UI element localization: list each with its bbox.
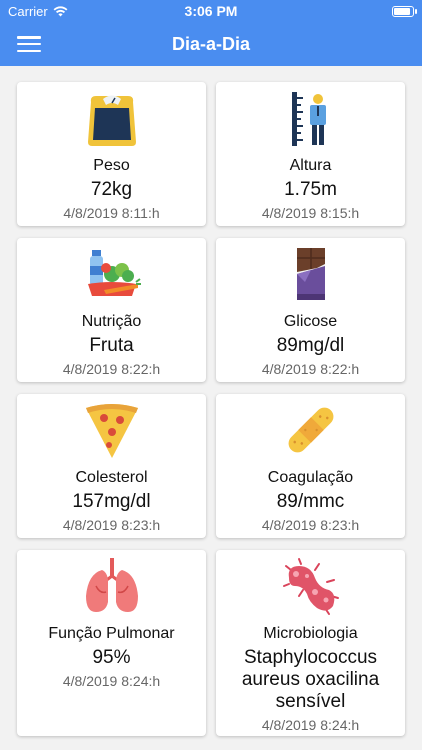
bacteria-icon [282, 558, 339, 615]
card-date: 4/8/2019 8:22:h [261, 361, 360, 377]
wifi-icon [53, 5, 68, 16]
card-coagulacao[interactable]: Coagulação 89/mmc 4/8/2019 8:23:h [216, 394, 405, 538]
card-label: Microbiologia [263, 625, 358, 642]
lungs-icon [85, 558, 138, 612]
card-colesterol[interactable]: Colesterol 157mg/dl 4/8/2019 8:23:h [17, 394, 206, 538]
menu-button[interactable] [17, 36, 41, 52]
bandage-icon [288, 407, 333, 453]
card-value: 72kg [90, 179, 133, 200]
card-date: 4/8/2019 8:11:h [63, 205, 160, 221]
chocolate-bar-icon [296, 248, 325, 300]
pizza-icon [85, 404, 138, 458]
battery-icon [392, 5, 417, 17]
card-label: Glicose [283, 313, 338, 330]
carrier-label: Carrier [8, 3, 48, 19]
height-ruler-icon [291, 92, 326, 146]
card-altura[interactable]: Altura 1.75m 4/8/2019 8:15:h [216, 82, 405, 226]
card-date: 4/8/2019 8:24:h [62, 673, 161, 689]
card-label: Coagulação [267, 469, 354, 486]
card-value: 1.75m [284, 179, 337, 200]
groceries-icon [87, 250, 141, 296]
card-glicose[interactable]: Glicose 89mg/dl 4/8/2019 8:22:h [216, 238, 405, 382]
card-date: 4/8/2019 8:23:h [62, 517, 161, 533]
card-label: Peso [93, 157, 130, 174]
card-value: Fruta [89, 335, 134, 356]
page-title: Dia-a-Dia [171, 33, 251, 54]
card-nutricao[interactable]: Nutrição Fruta 4/8/2019 8:22:h [17, 238, 206, 382]
card-peso[interactable]: Peso 72kg 4/8/2019 8:11:h [17, 82, 206, 226]
nav-bar: Dia-a-Dia [0, 22, 422, 66]
card-funcao-pulmonar[interactable]: Função Pulmonar 95% 4/8/2019 8:24:h [17, 550, 206, 736]
card-date: 4/8/2019 8:15:h [261, 205, 360, 221]
status-left: Carrier [8, 4, 68, 19]
card-microbiologia[interactable]: Microbiologia Staphylococcus aureus oxac… [216, 550, 405, 736]
menu-icon-line [17, 49, 41, 52]
card-label: Colesterol [75, 469, 148, 486]
menu-icon-line [17, 42, 41, 46]
card-date: 4/8/2019 8:22:h [62, 361, 161, 377]
scale-icon [87, 95, 136, 146]
menu-icon-line [17, 36, 41, 39]
cards-grid: Peso 72kg 4/8/2019 8:11:h Altura 1.75m 4… [17, 82, 405, 736]
card-value: 89/mmc [276, 491, 345, 512]
card-date: 4/8/2019 8:23:h [261, 517, 360, 533]
status-bar: Carrier 3:06 PM [0, 0, 422, 22]
card-value: 157mg/dl [72, 491, 151, 512]
card-date: 4/8/2019 8:24:h [261, 717, 360, 733]
card-label: Altura [289, 157, 332, 174]
card-value: Staphylococcus aureus oxacilina sensível [241, 647, 380, 712]
card-label: Nutrição [81, 313, 142, 330]
card-value: 95% [92, 647, 131, 668]
card-label: Função Pulmonar [48, 625, 175, 642]
card-value: 89mg/dl [276, 335, 345, 356]
